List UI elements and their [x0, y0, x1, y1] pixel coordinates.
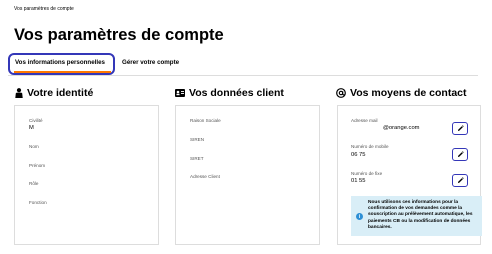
at-sign-icon	[336, 88, 346, 98]
person-icon	[15, 88, 23, 98]
civility-value: M	[29, 125, 34, 131]
landline-label: Numéro de fixe	[351, 171, 383, 176]
client-data-section-title: Vos données client	[175, 87, 284, 99]
last-name-label: Nom	[29, 144, 39, 149]
contact-card: Adresse mail @orange.com Numéro de mobil…	[337, 105, 482, 245]
identity-section-title: Votre identité	[15, 87, 93, 99]
edit-landline-button[interactable]	[452, 174, 468, 187]
email-label: Adresse mail	[351, 118, 378, 123]
edit-mobile-button[interactable]	[452, 148, 468, 161]
landline-value: 01 55	[351, 178, 366, 184]
email-value: @orange.com	[383, 125, 420, 131]
identity-title: Votre identité	[27, 87, 94, 99]
client-address-label: Adresse Client	[190, 174, 220, 179]
edit-email-button[interactable]	[452, 122, 468, 135]
page-title: Vos paramètres de compte	[14, 26, 224, 44]
tab-manage-account[interactable]: Gérer votre compte	[122, 59, 179, 66]
client-data-card: Raison Sociale SIREN SIRET Adresse Clien…	[175, 105, 320, 245]
civility-label: Civilité	[29, 118, 43, 123]
tab-divider	[8, 75, 478, 76]
contact-section-title: Vos moyens de contact	[336, 87, 467, 99]
breadcrumb: Vos paramètres de compte	[14, 6, 74, 12]
siren-label: SIREN	[190, 137, 205, 142]
info-icon: i	[356, 213, 363, 220]
id-card-icon	[175, 89, 185, 97]
mobile-label: Numéro de mobile	[351, 144, 389, 149]
first-name-label: Prénom	[29, 163, 46, 168]
tab-personal-info[interactable]: Vos informations personnelles	[15, 59, 105, 66]
tab-bar: Vos informations personnelles Gérer votr…	[8, 53, 478, 76]
pencil-icon	[457, 125, 464, 131]
info-notice: i Nous utilisons ces informations pour l…	[351, 196, 482, 236]
pencil-icon	[457, 177, 464, 183]
info-notice-text: Nous utilisons ces informations pour la …	[368, 200, 473, 230]
client-data-title: Vos données client	[189, 87, 284, 99]
function-label: Fonction	[29, 200, 47, 205]
tab-active-underline	[14, 71, 111, 73]
role-label: Rôle	[29, 181, 39, 186]
company-name-label: Raison Sociale	[190, 118, 221, 123]
contact-title: Vos moyens de contact	[350, 87, 467, 99]
mobile-value: 06 75	[351, 152, 366, 158]
pencil-icon	[457, 151, 464, 157]
siret-label: SIRET	[190, 156, 204, 161]
identity-card: Civilité M Nom Prénom Rôle Fonction	[14, 105, 159, 245]
